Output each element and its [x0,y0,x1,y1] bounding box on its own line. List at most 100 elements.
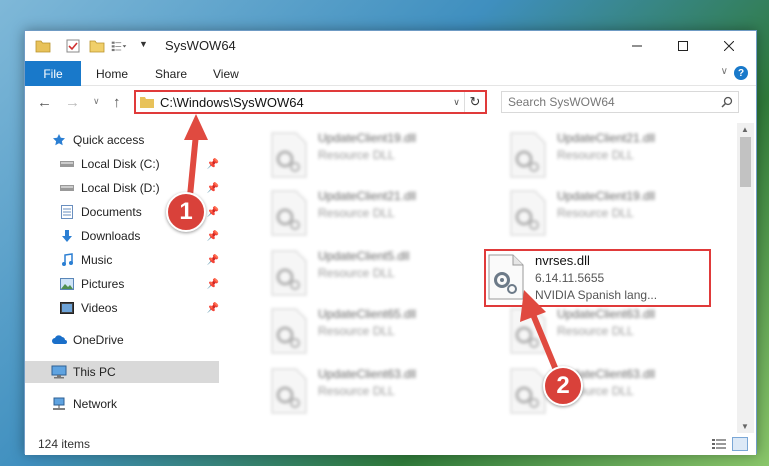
pin-icon[interactable]: 📌 [207,231,219,242]
item-count: 124 items [38,437,91,451]
forward-arrow-icon[interactable]: → [65,94,80,111]
pin-icon[interactable]: 📌 [207,279,219,290]
sidebar-item-label: Music [81,253,113,267]
drive-icon [59,180,75,196]
file-name: UpdateClient63.dll [318,367,417,381]
dll-file-icon [488,254,524,300]
file-item-nvrses[interactable]: nvrses.dll 6.14.11.5655 NVIDIA Spanish l… [487,251,717,305]
videos-icon [59,300,75,316]
sidebar-item-network[interactable]: Network [25,393,219,415]
dll-file-icon [510,368,546,414]
search-icon[interactable] [716,96,738,108]
minimize-button[interactable] [614,31,660,61]
back-arrow-icon[interactable]: ← [37,94,52,111]
search-box[interactable]: Search SysWOW64 [501,91,739,113]
dll-file-icon [510,132,546,178]
explorer-window: ▼ SysWOW64 File Home Share View ∨ ? ← → … [24,30,757,455]
file-type: Resource DLL [557,206,634,220]
help-icon[interactable]: ? [734,66,748,80]
expand-ribbon-icon[interactable]: ∨ [721,66,728,77]
folder-icon [140,96,154,108]
sidebar-item-quick-access[interactable]: Quick access [25,129,219,151]
pin-icon[interactable]: 📌 [207,207,219,218]
list-item[interactable]: UpdateClient63.dll Resource DLL [509,305,737,359]
dll-file-icon [271,132,307,178]
list-item[interactable]: UpdateClient63.dll Resource DLL [270,365,500,419]
maximize-button[interactable] [660,31,706,61]
list-item[interactable]: UpdateClient21.dll Resource DLL [509,129,737,183]
address-path[interactable]: C:\Windows\SysWOW64 [160,95,449,110]
sidebar-item-label: Pictures [81,277,125,291]
file-type: Resource DLL [318,266,395,280]
dll-file-icon [271,368,307,414]
up-arrow-icon[interactable]: ↑ [113,94,121,111]
sidebar-item-onedrive[interactable]: OneDrive [25,329,219,351]
sidebar-item-local-disk-c[interactable]: Local Disk (C:) 📌 [25,153,219,175]
refresh-icon[interactable]: ↻ [465,94,485,110]
file-description: NVIDIA Spanish lang... [535,288,658,302]
title-bar: ▼ SysWOW64 [25,31,756,61]
file-type: Resource DLL [318,384,395,398]
dll-file-icon [271,308,307,354]
maximize-icon [678,41,688,51]
scrollbar-thumb[interactable] [740,137,751,187]
sidebar-item-label: Quick access [73,133,145,147]
file-name: UpdateClient5.dll [318,249,410,263]
sidebar-item-videos[interactable]: Videos 📌 [25,297,219,319]
address-dropdown-icon[interactable]: ∨ [449,92,465,112]
documents-icon [59,204,75,220]
pin-icon[interactable]: 📌 [207,255,219,266]
sidebar-item-pictures[interactable]: Pictures 📌 [25,273,219,295]
list-item[interactable]: UpdateClient19.dll Resource DLL [270,129,500,183]
dll-file-icon [271,250,307,296]
navigation-bar: ← → ∨ ↑ C:\Windows\SysWOW64 ∨ ↻ Search S… [25,87,756,119]
sidebar-item-label: Local Disk (D:) [81,181,160,195]
file-tab[interactable]: File [25,61,81,86]
sidebar-item-music[interactable]: Music 📌 [25,249,219,271]
close-button[interactable] [706,31,752,61]
tiles-view-icon[interactable] [732,437,748,451]
minimize-icon [632,45,642,47]
recent-locations-icon[interactable]: ∨ [93,96,100,107]
file-type: Resource DLL [557,148,634,162]
view-options-icon[interactable] [111,38,127,54]
new-folder-icon[interactable] [89,38,105,54]
address-bar[interactable]: C:\Windows\SysWOW64 ∨ ↻ [134,90,487,114]
list-item[interactable]: UpdateClient5.dll Resource DLL [270,247,500,301]
pin-icon[interactable]: 📌 [207,303,219,314]
sidebar-item-label: Local Disk (C:) [81,157,160,171]
folder-icon [35,40,51,53]
scroll-down-icon[interactable]: ▼ [741,422,749,431]
list-item[interactable]: UpdateClient19.dll Resource DLL [509,187,737,241]
vertical-scrollbar[interactable]: ▲ ▼ [737,123,754,433]
tab-share[interactable]: Share [155,67,187,81]
dll-file-icon [510,308,546,354]
file-type: Resource DLL [318,206,395,220]
search-input[interactable]: Search SysWOW64 [508,95,716,109]
status-bar: 124 items [25,433,756,455]
pin-icon[interactable]: 📌 [207,159,219,170]
scroll-up-icon[interactable]: ▲ [741,125,749,134]
details-view-icon[interactable] [712,438,726,450]
dll-file-icon [271,190,307,236]
properties-check-icon[interactable] [65,38,81,54]
computer-icon [51,364,67,380]
sidebar-item-label: Network [73,397,118,411]
tab-view[interactable]: View [213,67,239,81]
file-type: Resource DLL [318,324,395,338]
pin-icon[interactable]: 📌 [207,183,219,194]
list-item[interactable]: UpdateClient21.dll Resource DLL [270,187,500,241]
ribbon: File Home Share View ∨ ? [25,61,756,86]
file-name: UpdateClient63.dll [557,307,656,321]
list-item[interactable]: UpdateClient65.dll Resource DLL [270,305,500,359]
step-2-badge: 2 [543,366,583,406]
quick-access-dropdown-icon[interactable]: ▼ [139,39,155,55]
file-name: UpdateClient65.dll [318,307,417,321]
pictures-icon [59,276,75,292]
file-name: UpdateClient21.dll [318,189,417,203]
tab-home[interactable]: Home [96,67,128,81]
file-type: Resource DLL [318,148,395,162]
cloud-icon [51,332,67,348]
sidebar-item-this-pc[interactable]: This PC [25,361,219,383]
star-icon [51,132,67,148]
